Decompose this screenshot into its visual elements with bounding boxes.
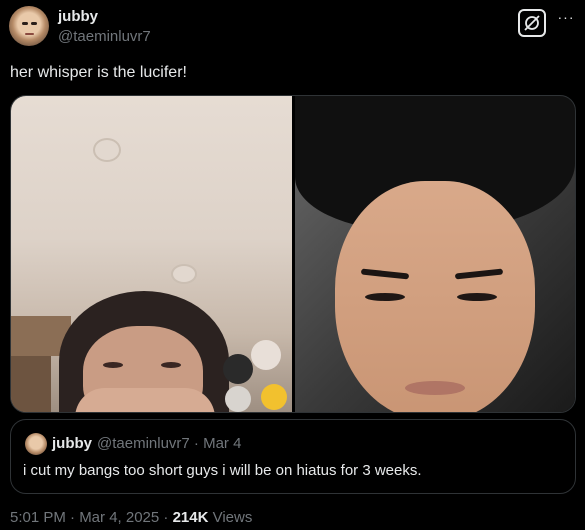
media-grid xyxy=(10,95,576,413)
quoted-tweet-text: i cut my bangs too short guys i will be … xyxy=(23,462,422,479)
more-icon[interactable]: ··· xyxy=(554,10,578,30)
views-label: Views xyxy=(208,509,253,526)
footer-separator: · xyxy=(159,509,173,526)
tweet: jubby @taeminluvr7 ··· her whisper is th… xyxy=(0,0,585,530)
quoted-author-avatar xyxy=(25,433,47,455)
views-count: 214K xyxy=(172,509,209,526)
author-avatar[interactable] xyxy=(9,6,49,46)
man-portrait-photo[interactable] xyxy=(295,96,575,412)
tweet-footer: 5:01 PM · Mar 4, 2025 · 214K Views xyxy=(10,509,252,526)
author-display-name[interactable]: jubby xyxy=(58,8,98,25)
author-handle[interactable]: @taeminluvr7 xyxy=(58,28,151,45)
quoted-tweet[interactable]: jubby @taeminluvr7 · Mar 4 i cut my bang… xyxy=(10,419,576,494)
woman-selfie-photo[interactable] xyxy=(11,96,292,412)
quoted-author-display-name: jubby xyxy=(52,435,92,452)
quoted-author-meta: @taeminluvr7 · Mar 4 xyxy=(97,435,242,452)
grok-icon[interactable] xyxy=(518,9,546,37)
timestamp[interactable]: 5:01 PM · Mar 4, 2025 xyxy=(10,509,159,526)
tweet-text: her whisper is the lucifer! xyxy=(10,64,187,81)
